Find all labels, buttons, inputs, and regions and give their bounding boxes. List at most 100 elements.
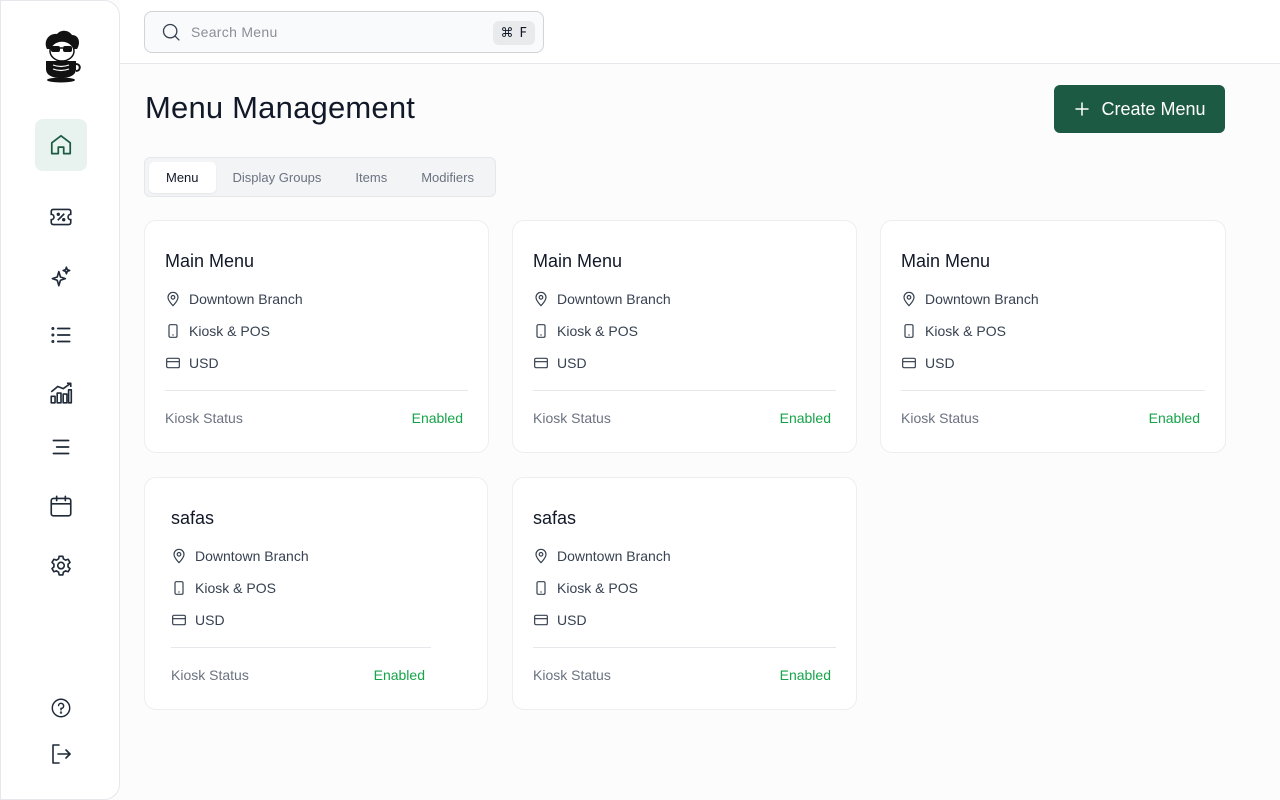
tab-menu[interactable]: Menu (149, 161, 216, 193)
kiosk-status-badge: Enabled (411, 410, 463, 426)
card-divider (533, 390, 836, 391)
location-row: Downtown Branch (533, 548, 671, 564)
tab-display-groups[interactable]: Display Groups (216, 162, 339, 193)
device-text: Kiosk & POS (195, 580, 276, 596)
credit-card-icon (534, 614, 548, 626)
sidebar-item-home[interactable] (35, 119, 87, 171)
help-button[interactable] (35, 682, 87, 734)
map-pin-icon (535, 548, 547, 564)
kiosk-status-label: Kiosk Status (165, 410, 243, 426)
kiosk-status-label: Kiosk Status (533, 667, 611, 683)
card-divider (165, 390, 468, 391)
map-pin-icon (535, 291, 547, 307)
map-pin-icon (903, 291, 915, 307)
currency-row: USD (171, 612, 225, 628)
location-row: Downtown Branch (171, 548, 309, 564)
device-text: Kiosk & POS (557, 323, 638, 339)
device-row: Kiosk & POS (165, 323, 270, 339)
menu-card-title: Main Menu (901, 251, 991, 271)
kiosk-status-badge: Enabled (779, 410, 831, 426)
sidebar (0, 0, 120, 800)
credit-card-icon (534, 357, 548, 369)
currency-row: USD (533, 355, 587, 371)
sidebar-item-analytics[interactable] (35, 367, 87, 419)
tab-items[interactable]: Items (338, 162, 404, 193)
currency-row: USD (165, 355, 219, 371)
device-text: Kiosk & POS (925, 323, 1006, 339)
currency-text: USD (195, 612, 225, 628)
search-box[interactable]: ⌘ F (144, 11, 544, 53)
kiosk-status-label: Kiosk Status (171, 667, 249, 683)
menu-card[interactable]: safas Downtown Branch Kiosk & POS USD Ki… (144, 477, 488, 710)
plus-icon (1075, 102, 1090, 116)
device-icon (904, 324, 914, 338)
device-icon (536, 581, 546, 595)
device-row: Kiosk & POS (533, 323, 638, 339)
kiosk-status-badge: Enabled (779, 667, 831, 683)
keyboard-shortcut-badge: ⌘ F (492, 21, 535, 45)
map-pin-icon (167, 291, 179, 307)
location-row: Downtown Branch (533, 291, 671, 307)
credit-card-icon (902, 357, 916, 369)
logout-button[interactable] (35, 728, 87, 780)
device-icon (168, 324, 178, 338)
sidebar-item-list[interactable] (35, 309, 87, 361)
credit-card-icon (172, 614, 186, 626)
tab-modifiers[interactable]: Modifiers (404, 162, 491, 193)
device-row: Kiosk & POS (901, 323, 1006, 339)
menu-tabs: Menu Display Groups Items Modifiers (144, 157, 496, 197)
currency-text: USD (925, 355, 955, 371)
sidebar-item-discounts[interactable] (35, 191, 87, 243)
kiosk-status-label: Kiosk Status (533, 410, 611, 426)
sparkles-icon (51, 266, 71, 287)
home-icon (50, 134, 72, 155)
gear-icon (51, 555, 71, 576)
create-menu-button[interactable]: Create Menu (1054, 85, 1225, 133)
discount-ticket-icon (50, 208, 72, 226)
location-row: Downtown Branch (901, 291, 1039, 307)
command-key-icon: ⌘ (500, 25, 514, 41)
sidebar-item-ai[interactable] (35, 251, 87, 303)
sidebar-item-calendar[interactable] (35, 480, 87, 532)
device-row: Kiosk & POS (533, 580, 638, 596)
currency-text: USD (189, 355, 219, 371)
sidebar-item-settings[interactable] (35, 540, 87, 592)
sidebar-item-menus[interactable] (35, 421, 87, 473)
brand-logo-icon (37, 27, 85, 83)
menu-card[interactable]: Main Menu Downtown Branch Kiosk & POS US… (512, 220, 857, 453)
device-text: Kiosk & POS (189, 323, 270, 339)
kiosk-status-badge: Enabled (1148, 410, 1200, 426)
device-icon (536, 324, 546, 338)
search-input[interactable] (191, 24, 481, 40)
device-row: Kiosk & POS (171, 580, 276, 596)
location-row: Downtown Branch (165, 291, 303, 307)
menu-card-title: safas (171, 508, 215, 528)
menu-card-title: Main Menu (533, 251, 623, 271)
search-icon (162, 23, 180, 41)
credit-card-icon (166, 357, 180, 369)
location-text: Downtown Branch (189, 291, 303, 307)
currency-row: USD (533, 612, 587, 628)
calendar-icon (50, 495, 72, 517)
menu-lines-icon (52, 439, 70, 455)
help-circle-icon (51, 698, 71, 718)
menu-card[interactable]: Main Menu Downtown Branch Kiosk & POS US… (880, 220, 1226, 453)
menu-card[interactable]: safas Downtown Branch Kiosk & POS USD Ki… (512, 477, 857, 710)
analytics-chart-icon (50, 382, 73, 404)
currency-text: USD (557, 612, 587, 628)
menu-card[interactable]: Main Menu Downtown Branch Kiosk & POS US… (144, 220, 489, 453)
kiosk-status-label: Kiosk Status (901, 410, 979, 426)
location-text: Downtown Branch (557, 291, 671, 307)
shortcut-key: F (519, 25, 527, 41)
device-text: Kiosk & POS (557, 580, 638, 596)
card-divider (533, 647, 836, 648)
list-icon (51, 326, 71, 344)
location-text: Downtown Branch (557, 548, 671, 564)
logout-icon (52, 744, 71, 764)
device-icon (174, 581, 184, 595)
location-text: Downtown Branch (925, 291, 1039, 307)
card-divider (901, 390, 1205, 391)
currency-row: USD (901, 355, 955, 371)
map-pin-icon (173, 548, 185, 564)
top-bar: ⌘ F (120, 0, 1280, 64)
